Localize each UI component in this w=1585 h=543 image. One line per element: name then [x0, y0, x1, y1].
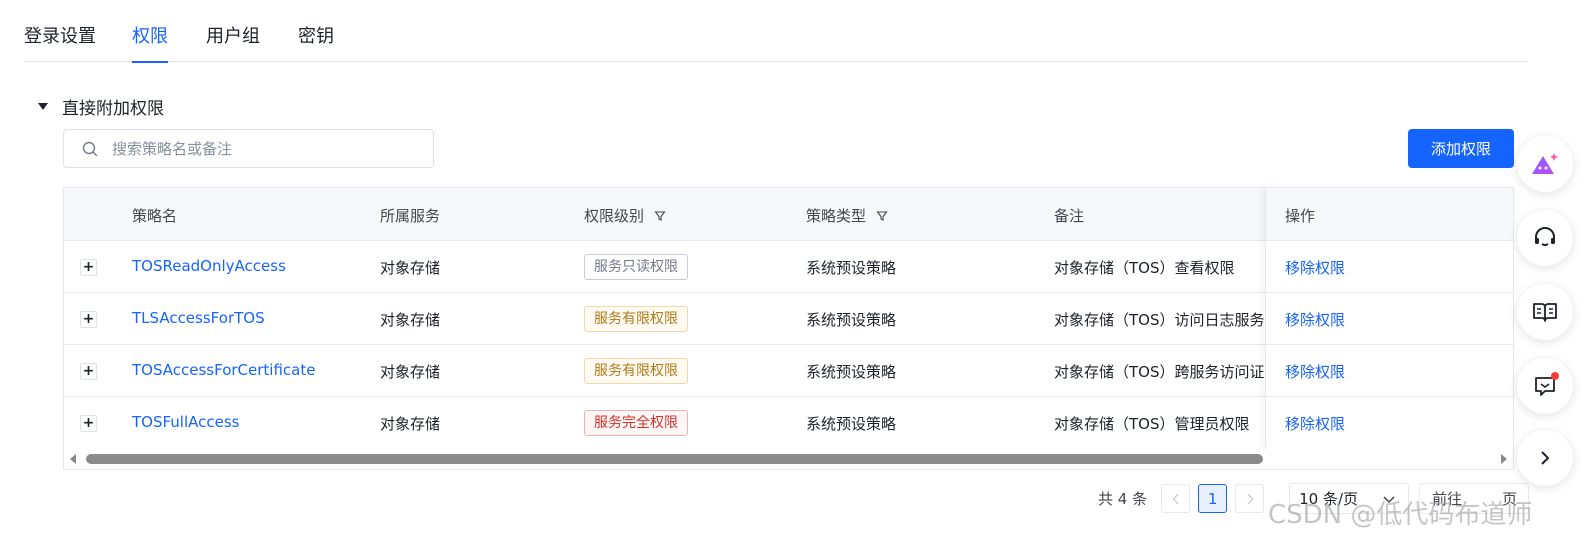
service-cell: 对象存储: [380, 363, 441, 381]
service-cell: 对象存储: [380, 259, 441, 277]
service-cell: 对象存储: [380, 415, 441, 433]
remark-cell: 对象存储（TOS）查看权限: [1054, 259, 1235, 277]
expand-row-icon[interactable]: +: [80, 259, 97, 276]
expand-row-icon[interactable]: +: [80, 363, 97, 380]
horizontal-scrollbar[interactable]: [64, 449, 1513, 469]
remark-cell: 对象存储（TOS）访问日志服务: [1054, 311, 1264, 329]
policy-type-cell: 系统预设策略: [806, 311, 897, 329]
policy-name-link[interactable]: TOSFullAccess: [132, 413, 240, 431]
policy-type-cell: 系统预设策略: [806, 415, 897, 433]
tab-permissions[interactable]: 权限: [132, 24, 168, 63]
scrollbar-thumb[interactable]: [86, 454, 1263, 464]
docs-book-icon: [1533, 303, 1557, 322]
policy-type-cell: 系统预设策略: [806, 363, 897, 381]
page-size-select[interactable]: 10 条/页: [1289, 483, 1410, 514]
caret-down-icon[interactable]: [38, 103, 48, 110]
customer-service-icon: [1535, 227, 1555, 246]
ai-assistant-button[interactable]: [1517, 136, 1573, 192]
add-permission-button[interactable]: 添加权限: [1408, 129, 1514, 168]
prev-page-button[interactable]: [1161, 484, 1191, 513]
pagination: 共 4 条 1 10 条/页 前往 页: [1098, 483, 1530, 514]
goto-label: 前往: [1432, 490, 1463, 508]
column-header-name: 策略名: [132, 207, 178, 225]
tab-user-groups[interactable]: 用户组: [206, 24, 260, 62]
tab-keys[interactable]: 密钥: [298, 24, 334, 62]
goto-page-input[interactable]: 前往 页: [1419, 483, 1530, 514]
expand-chevron-icon: [1541, 451, 1550, 465]
remark-cell: 对象存储（TOS）管理员权限: [1054, 415, 1250, 433]
feedback-button[interactable]: [1517, 358, 1573, 414]
section-header[interactable]: 直接附加权限: [38, 94, 164, 119]
column-header-remark: 备注: [1054, 207, 1085, 225]
filter-icon[interactable]: [876, 210, 888, 222]
page-size-value: 10 条/页: [1299, 490, 1359, 508]
search-icon: [82, 141, 98, 156]
notification-dot: [1551, 372, 1559, 380]
documentation-button[interactable]: [1517, 284, 1573, 340]
ai-assistant-icon: [1532, 153, 1558, 174]
policy-type-cell: 系统预设策略: [806, 259, 897, 277]
permission-level-tag: 服务完全权限: [584, 410, 688, 436]
fixed-actions-column: [1265, 188, 1513, 450]
search-box[interactable]: [63, 129, 434, 168]
policy-name-link[interactable]: TLSAccessForTOS: [132, 309, 265, 327]
permissions-table: 策略名 所属服务 权限级别 策略类型 备注 操作 + TOSReadOnlyAc…: [63, 187, 1514, 470]
expand-row-icon[interactable]: +: [80, 311, 97, 328]
goto-suffix: 页: [1502, 490, 1518, 508]
chevron-left-icon: [1172, 493, 1179, 504]
policy-name-link[interactable]: TOSAccessForCertificate: [132, 361, 315, 379]
section-title: 直接附加权限: [62, 99, 164, 119]
tab-bar: 登录设置 权限 用户组 密钥: [24, 0, 1528, 63]
search-input[interactable]: [112, 139, 412, 158]
page-number-button[interactable]: 1: [1198, 484, 1228, 513]
chevron-down-icon: [1383, 496, 1395, 504]
column-header-level: 权限级别: [584, 205, 666, 226]
scroll-right-icon[interactable]: [1501, 454, 1507, 464]
policy-name-link[interactable]: TOSReadOnlyAccess: [132, 257, 286, 275]
permission-level-tag: 服务有限权限: [584, 306, 688, 332]
next-page-button[interactable]: [1235, 484, 1265, 513]
expand-toolbar-button[interactable]: [1517, 430, 1573, 486]
permission-level-tag: 服务有限权限: [584, 358, 688, 384]
tab-login-settings[interactable]: 登录设置: [24, 24, 96, 62]
scroll-left-icon[interactable]: [70, 454, 76, 464]
column-header-type: 策略类型: [806, 205, 888, 226]
service-cell: 对象存储: [380, 311, 441, 329]
column-header-service: 所属服务: [380, 207, 441, 225]
chevron-right-icon: [1247, 493, 1254, 504]
permission-level-tag: 服务只读权限: [584, 254, 688, 280]
filter-icon[interactable]: [654, 210, 666, 222]
iam-user-permissions-page: 登录设置 权限 用户组 密钥 直接附加权限 添加权限 策略名 所属服务 权限级别…: [0, 0, 1585, 543]
total-count: 共 4 条: [1098, 490, 1148, 508]
expand-row-icon[interactable]: +: [80, 415, 97, 432]
remark-cell: 对象存储（TOS）跨服务访问证书: [1054, 363, 1264, 381]
customer-service-button[interactable]: [1517, 210, 1573, 266]
